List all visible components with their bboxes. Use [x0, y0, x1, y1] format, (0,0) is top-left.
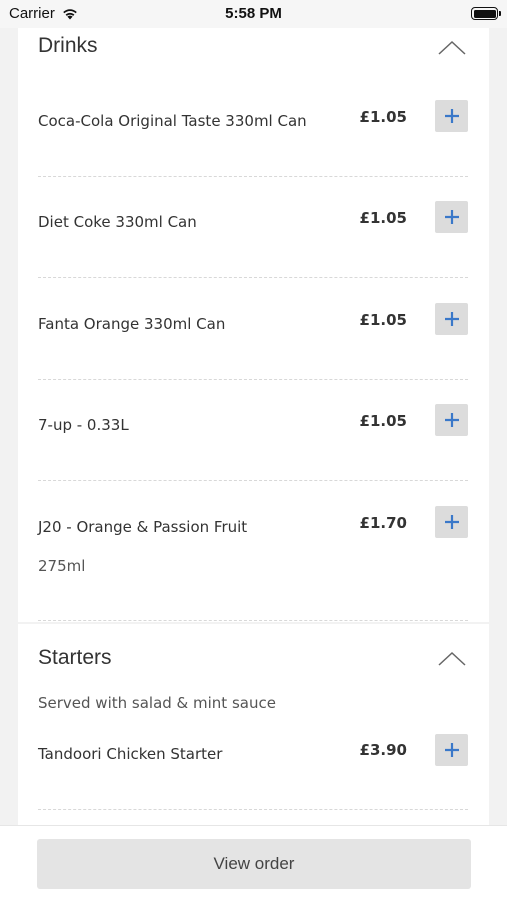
plus-icon: [444, 210, 459, 224]
battery-icon: [471, 7, 501, 20]
divider: [38, 379, 468, 380]
drinks-section-title: Drinks: [38, 34, 98, 57]
view-order-button[interactable]: View order: [37, 839, 471, 889]
item-price: £1.05: [359, 209, 407, 227]
drinks-section: Drinks Coca-Cola Original Taste 330ml Ca…: [18, 12, 489, 622]
add-item-button[interactable]: [435, 506, 468, 538]
item-name: Fanta Orange 330ml Can: [38, 315, 226, 333]
item-name: Coca-Cola Original Taste 330ml Can: [38, 112, 307, 130]
menu-item: 7-up - 0.33L £1.05: [38, 404, 468, 444]
add-item-button[interactable]: [435, 201, 468, 233]
footer-bar: View order: [0, 825, 507, 900]
add-item-button[interactable]: [435, 404, 468, 436]
plus-icon: [444, 413, 459, 427]
divider: [38, 277, 468, 278]
item-price: £1.05: [359, 311, 407, 329]
menu-item: Fanta Orange 330ml Can £1.05: [38, 303, 468, 343]
starters-section-title: Starters: [38, 646, 112, 669]
plus-icon: [444, 312, 459, 326]
menu-item: Diet Coke 330ml Can £1.05: [38, 201, 468, 241]
menu-item: J20 - Orange & Passion Fruit 275ml £1.70: [38, 506, 468, 586]
menu-item: Coca-Cola Original Taste 330ml Can £1.05: [38, 100, 468, 140]
item-price: £1.05: [359, 412, 407, 430]
divider: [38, 809, 468, 810]
item-name: Tandoori Chicken Starter: [38, 745, 223, 763]
divider: [38, 176, 468, 177]
chevron-up-icon[interactable]: [437, 650, 467, 668]
starters-subtitle: Served with salad & mint sauce: [38, 694, 276, 712]
status-bar: Carrier 5:58 PM: [0, 0, 507, 28]
item-name: 7-up - 0.33L: [38, 416, 129, 434]
add-item-button[interactable]: [435, 734, 468, 766]
plus-icon: [444, 109, 459, 123]
starters-section: Starters Served with salad & mint sauce …: [18, 624, 489, 834]
plus-icon: [444, 743, 459, 757]
divider: [38, 480, 468, 481]
item-description: 275ml: [38, 557, 86, 575]
item-price: £1.05: [359, 108, 407, 126]
item-name: Diet Coke 330ml Can: [38, 213, 197, 231]
menu-item: Tandoori Chicken Starter £3.90: [38, 734, 468, 774]
item-name: J20 - Orange & Passion Fruit: [38, 518, 248, 536]
add-item-button[interactable]: [435, 100, 468, 132]
chevron-up-icon[interactable]: [437, 39, 467, 57]
item-price: £1.70: [359, 514, 407, 532]
plus-icon: [444, 515, 459, 529]
add-item-button[interactable]: [435, 303, 468, 335]
status-time: 5:58 PM: [225, 5, 282, 22]
divider: [38, 620, 468, 621]
item-price: £3.90: [359, 741, 407, 759]
